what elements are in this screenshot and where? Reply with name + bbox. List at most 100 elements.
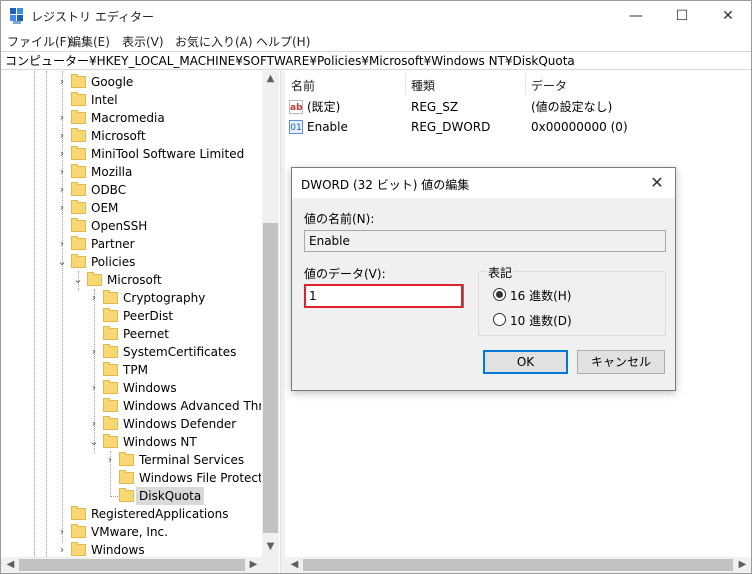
tree-item-label: Cryptography bbox=[123, 291, 206, 305]
string-value-icon: ab bbox=[289, 100, 303, 114]
list-row[interactable]: ab (既定) REG_SZ (値の設定なし) bbox=[285, 97, 751, 117]
folder-icon bbox=[103, 326, 118, 340]
list-row[interactable]: 01 Enable REG_DWORD 0x00000000 (0) bbox=[285, 117, 751, 137]
folder-icon bbox=[71, 542, 86, 556]
expand-chevron-icon[interactable]: › bbox=[89, 415, 99, 433]
hex-radio[interactable] bbox=[493, 288, 506, 301]
tree-item-policies-microsoft[interactable]: ⌄ Microsoft bbox=[1, 271, 261, 289]
ok-button[interactable]: OK bbox=[483, 350, 568, 374]
menu-favorites[interactable]: お気に入り(A) bbox=[175, 33, 253, 50]
folder-icon bbox=[71, 182, 86, 196]
folder-icon bbox=[103, 380, 118, 394]
menu-edit[interactable]: 編集(E) bbox=[69, 33, 110, 50]
tree-item-label: RegisteredApplications bbox=[91, 507, 229, 521]
tree-item-policies[interactable]: ⌄ Policies bbox=[1, 253, 261, 271]
tree-item-windows-advanced-threat[interactable]: Windows Advanced Threat bbox=[1, 397, 261, 415]
expand-chevron-icon[interactable]: › bbox=[57, 235, 67, 253]
folder-icon bbox=[103, 344, 118, 358]
tree-hscroll-thumb[interactable] bbox=[19, 559, 245, 571]
expand-chevron-icon[interactable]: › bbox=[89, 379, 99, 397]
tree-item-label: ODBC bbox=[91, 183, 127, 197]
tree-item-label: Microsoft bbox=[91, 129, 146, 143]
tree-item-intel[interactable]: Intel bbox=[1, 91, 261, 109]
expand-chevron-icon[interactable]: › bbox=[105, 451, 115, 469]
tree-item-google[interactable]: › Google bbox=[1, 73, 261, 91]
tree-item-cryptography[interactable]: › Cryptography bbox=[1, 289, 261, 307]
column-header-name[interactable]: 名前 bbox=[291, 77, 315, 94]
expand-chevron-icon[interactable]: › bbox=[89, 289, 99, 307]
binary-value-icon: 01 bbox=[289, 120, 303, 134]
hex-radio-label[interactable]: 16 進数(H) bbox=[510, 287, 571, 304]
column-divider[interactable] bbox=[405, 73, 406, 95]
key-tree-pane[interactable]: › Google Intel › Macromedia › Microsoft … bbox=[1, 71, 279, 561]
tree-item-label: VMware, Inc. bbox=[91, 525, 168, 539]
tree-item-tpm[interactable]: TPM bbox=[1, 361, 261, 379]
scroll-left-arrow-icon[interactable]: ◀ bbox=[2, 559, 19, 570]
tree-item-vmware[interactable]: › VMware, Inc. bbox=[1, 523, 261, 541]
expand-chevron-icon[interactable]: › bbox=[57, 109, 67, 127]
expand-chevron-icon[interactable]: › bbox=[57, 199, 67, 217]
expand-chevron-icon[interactable]: › bbox=[57, 181, 67, 199]
tree-item-diskquota[interactable]: DiskQuota bbox=[1, 487, 261, 505]
dialog-close-button[interactable]: ✕ bbox=[645, 171, 669, 195]
tree-item-windows-file-protection[interactable]: Windows File Protection bbox=[1, 469, 261, 487]
dec-radio-label[interactable]: 10 進数(D) bbox=[510, 312, 572, 329]
tree-item-mozilla[interactable]: › Mozilla bbox=[1, 163, 261, 181]
value-name: (既定) bbox=[307, 100, 341, 114]
scroll-left-arrow-icon[interactable]: ◀ bbox=[286, 559, 303, 570]
tree-item-windows-defender[interactable]: › Windows Defender bbox=[1, 415, 261, 433]
dec-radio[interactable] bbox=[493, 313, 506, 326]
tree-item-peerdist[interactable]: PeerDist bbox=[1, 307, 261, 325]
list-hscroll-thumb[interactable] bbox=[303, 559, 733, 571]
collapse-chevron-icon[interactable]: ⌄ bbox=[57, 253, 67, 271]
folder-icon bbox=[119, 452, 134, 466]
tree-item-openssh[interactable]: OpenSSH bbox=[1, 217, 261, 235]
close-button[interactable]: ✕ bbox=[705, 1, 751, 31]
expand-chevron-icon[interactable]: › bbox=[89, 343, 99, 361]
scroll-up-arrow-icon[interactable]: ▲ bbox=[262, 73, 279, 84]
tree-item-systemcertificates[interactable]: › SystemCertificates bbox=[1, 343, 261, 361]
folder-icon bbox=[103, 290, 118, 304]
tree-item-partner[interactable]: › Partner bbox=[1, 235, 261, 253]
menu-file[interactable]: ファイル(F) bbox=[7, 33, 71, 50]
value-data: 0x00000000 (0) bbox=[531, 120, 628, 134]
expand-chevron-icon[interactable]: › bbox=[57, 127, 67, 145]
collapse-chevron-icon[interactable]: ⌄ bbox=[73, 271, 83, 289]
tree-item-peernet[interactable]: Peernet bbox=[1, 325, 261, 343]
tree-scroll-thumb[interactable] bbox=[263, 223, 278, 533]
column-divider[interactable] bbox=[525, 73, 526, 95]
menu-view[interactable]: 表示(V) bbox=[122, 33, 164, 50]
tree-item-label: SystemCertificates bbox=[123, 345, 237, 359]
collapse-chevron-icon[interactable]: ⌄ bbox=[89, 433, 99, 451]
maximize-button[interactable]: ☐ bbox=[659, 1, 705, 31]
minimize-button[interactable]: — bbox=[613, 1, 659, 31]
tree-item-windows[interactable]: › Windows bbox=[1, 379, 261, 397]
expand-chevron-icon[interactable]: › bbox=[57, 523, 67, 541]
scroll-right-arrow-icon[interactable]: ▶ bbox=[734, 559, 751, 570]
address-bar[interactable]: コンピューター¥HKEY_LOCAL_MACHINE¥SOFTWARE¥Poli… bbox=[1, 51, 751, 70]
scroll-right-arrow-icon[interactable]: ▶ bbox=[245, 559, 262, 570]
expand-chevron-icon[interactable]: › bbox=[57, 73, 67, 91]
expand-chevron-icon[interactable]: › bbox=[57, 163, 67, 181]
tree-item-label: Microsoft bbox=[107, 273, 162, 287]
column-header-type[interactable]: 種類 bbox=[411, 77, 435, 94]
tree-item-terminal-services[interactable]: › Terminal Services bbox=[1, 451, 261, 469]
tree-item-label: TPM bbox=[123, 363, 148, 377]
cancel-button[interactable]: キャンセル bbox=[577, 350, 665, 374]
value-name-field: Enable bbox=[304, 230, 666, 252]
tree-item-oem[interactable]: › OEM bbox=[1, 199, 261, 217]
registry-editor-window: レジストリ エディター — ☐ ✕ ファイル(F) 編集(E) 表示(V) お気… bbox=[0, 0, 752, 574]
menu-help[interactable]: ヘルプ(H) bbox=[256, 33, 310, 50]
column-header-data[interactable]: データ bbox=[531, 77, 567, 94]
tree-item-label: Peernet bbox=[123, 327, 169, 341]
highlight-box bbox=[304, 284, 463, 308]
tree-item-windows-nt[interactable]: ⌄ Windows NT bbox=[1, 433, 261, 451]
tree-item-odbc[interactable]: › ODBC bbox=[1, 181, 261, 199]
expand-chevron-icon[interactable]: › bbox=[57, 145, 67, 163]
radio-selected-dot bbox=[496, 291, 503, 298]
tree-item-minitool[interactable]: › MiniTool Software Limited bbox=[1, 145, 261, 163]
scroll-down-arrow-icon[interactable]: ▼ bbox=[262, 541, 279, 552]
tree-item-macromedia[interactable]: › Macromedia bbox=[1, 109, 261, 127]
tree-item-registeredapplications[interactable]: RegisteredApplications bbox=[1, 505, 261, 523]
tree-item-microsoft[interactable]: › Microsoft bbox=[1, 127, 261, 145]
